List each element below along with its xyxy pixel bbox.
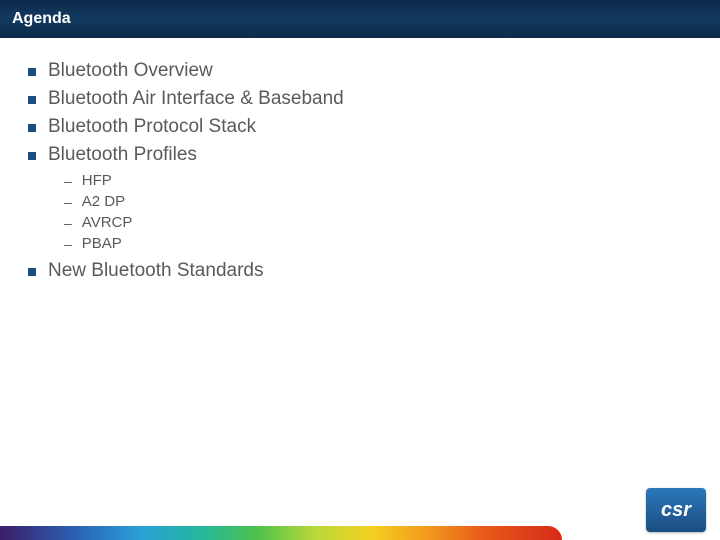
agenda-subitem-text: A2 DP [82, 193, 125, 210]
agenda-item-text: Bluetooth Protocol Stack [48, 116, 256, 138]
agenda-subitem-text: AVRCP [82, 214, 133, 231]
square-bullet-icon [28, 268, 36, 276]
dash-bullet-icon: – [64, 194, 72, 210]
dash-bullet-icon: – [64, 173, 72, 189]
agenda-item-text: New Bluetooth Standards [48, 260, 263, 282]
agenda-subitem-text: PBAP [82, 235, 122, 252]
square-bullet-icon [28, 152, 36, 160]
agenda-item: Bluetooth Protocol Stack [28, 116, 692, 138]
agenda-item-text: Bluetooth Overview [48, 60, 213, 82]
agenda-item-text: Bluetooth Profiles [48, 144, 197, 166]
agenda-item: Bluetooth Air Interface & Baseband [28, 88, 692, 110]
rainbow-bar-icon [0, 526, 562, 540]
agenda-subitem: – AVRCP [64, 214, 692, 231]
square-bullet-icon [28, 96, 36, 104]
dash-bullet-icon: – [64, 215, 72, 231]
agenda-item-text: Bluetooth Air Interface & Baseband [48, 88, 344, 110]
slide-footer: csr [0, 492, 720, 540]
agenda-item: Bluetooth Profiles [28, 144, 692, 166]
agenda-item: New Bluetooth Standards [28, 260, 692, 282]
agenda-list: Bluetooth Overview Bluetooth Air Interfa… [28, 60, 692, 282]
agenda-subitem-text: HFP [82, 172, 112, 189]
square-bullet-icon [28, 124, 36, 132]
slide-content: Bluetooth Overview Bluetooth Air Interfa… [0, 38, 720, 282]
csr-logo-icon: csr [646, 488, 706, 532]
agenda-subitem: – HFP [64, 172, 692, 189]
agenda-item: Bluetooth Overview [28, 60, 692, 82]
square-bullet-icon [28, 68, 36, 76]
slide-title: Agenda [12, 10, 71, 28]
agenda-subitem: – A2 DP [64, 193, 692, 210]
agenda-sublist: – HFP – A2 DP – AVRCP – PBAP [64, 172, 692, 252]
slide-header: Agenda [0, 0, 720, 38]
logo: csr [646, 488, 706, 532]
agenda-subitem: – PBAP [64, 235, 692, 252]
dash-bullet-icon: – [64, 236, 72, 252]
logo-text: csr [661, 499, 691, 522]
